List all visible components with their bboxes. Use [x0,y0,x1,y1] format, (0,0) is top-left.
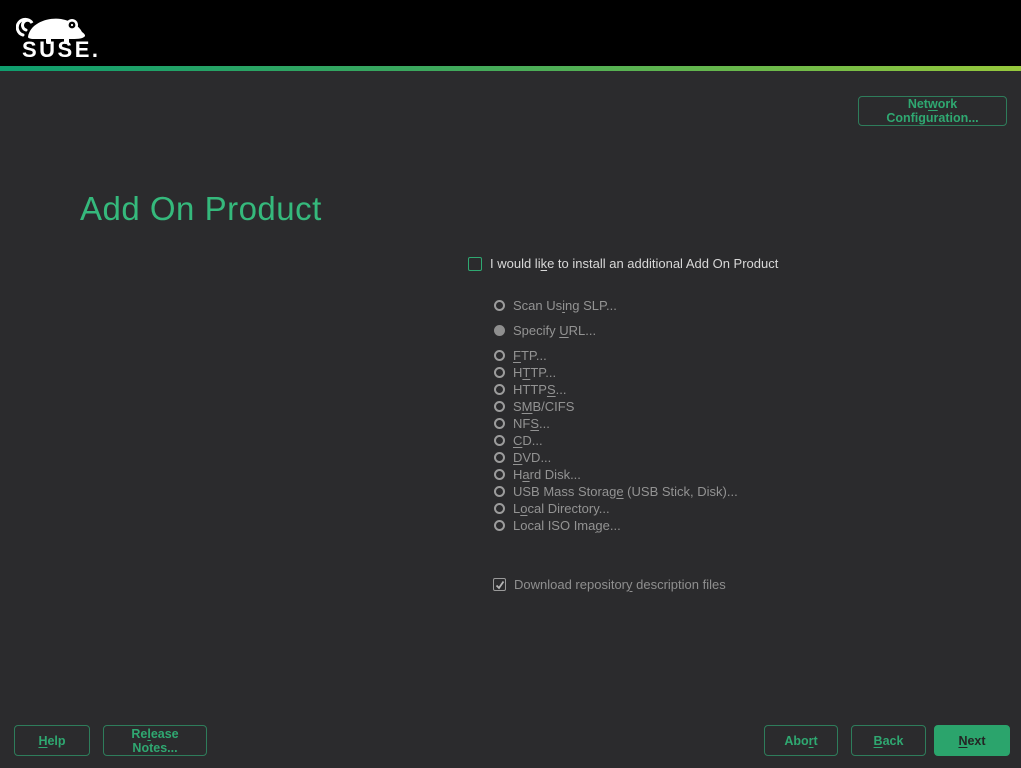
radio-option-hard-disk[interactable]: Hard Disk... [494,466,738,483]
network-configuration-button[interactable]: Network Configuration... [858,96,1007,126]
radio-icon [494,384,505,395]
download-descriptions-checkbox[interactable] [493,578,506,591]
radio-option-dvd[interactable]: DVD... [494,449,738,466]
addon-enable-row: I would like to install an additional Ad… [468,256,778,271]
release-notes-button[interactable]: Release Notes... [103,725,207,756]
radio-option-local-iso-image[interactable]: Local ISO Image... [494,517,738,534]
radio-icon [494,469,505,480]
radio-icon [494,350,505,361]
radio-option-usb-mass-storage[interactable]: USB Mass Storage (USB Stick, Disk)... [494,483,738,500]
suse-logo: SUSE. [14,5,104,63]
header-bar: SUSE. [0,0,1021,66]
radio-option-http[interactable]: HTTP... [494,364,738,381]
radio-option-specify-url[interactable]: Specify URL... [494,322,738,339]
installer-window: SUSE. Network Configuration... Add On Pr… [0,0,1021,768]
addon-enable-label: I would like to install an additional Ad… [490,256,778,271]
radio-option-nfs[interactable]: NFS... [494,415,738,432]
radio-icon [494,435,505,446]
radio-option-https[interactable]: HTTPS... [494,381,738,398]
radio-icon [494,418,505,429]
radio-option-local-directory[interactable]: Local Directory... [494,500,738,517]
help-button[interactable]: Help [14,725,90,756]
radio-icon [494,503,505,514]
radio-icon [494,520,505,531]
checkmark-icon [495,580,505,590]
radio-option-scan-slp[interactable]: Scan Using SLP... [494,297,738,314]
media-type-radio-group: Scan Using SLP... Specify URL... FTP... … [494,297,738,534]
download-descriptions-label: Download repository description files [514,577,726,592]
radio-icon [494,300,505,311]
radio-icon [494,401,505,412]
radio-icon [494,452,505,463]
suse-wordmark: SUSE. [22,37,101,63]
addon-enable-checkbox[interactable] [468,257,482,271]
download-descriptions-row: Download repository description files [493,577,726,592]
abort-button[interactable]: Abort [764,725,838,756]
radio-selected-icon [494,325,505,336]
page-title: Add On Product [80,190,322,228]
header-accent-bar [0,66,1021,71]
radio-icon [494,486,505,497]
radio-icon [494,367,505,378]
back-button[interactable]: Back [851,725,926,756]
next-button[interactable]: Next [934,725,1010,756]
radio-option-ftp[interactable]: FTP... [494,347,738,364]
radio-option-cd[interactable]: CD... [494,432,738,449]
radio-option-smb-cifs[interactable]: SMB/CIFS [494,398,738,415]
